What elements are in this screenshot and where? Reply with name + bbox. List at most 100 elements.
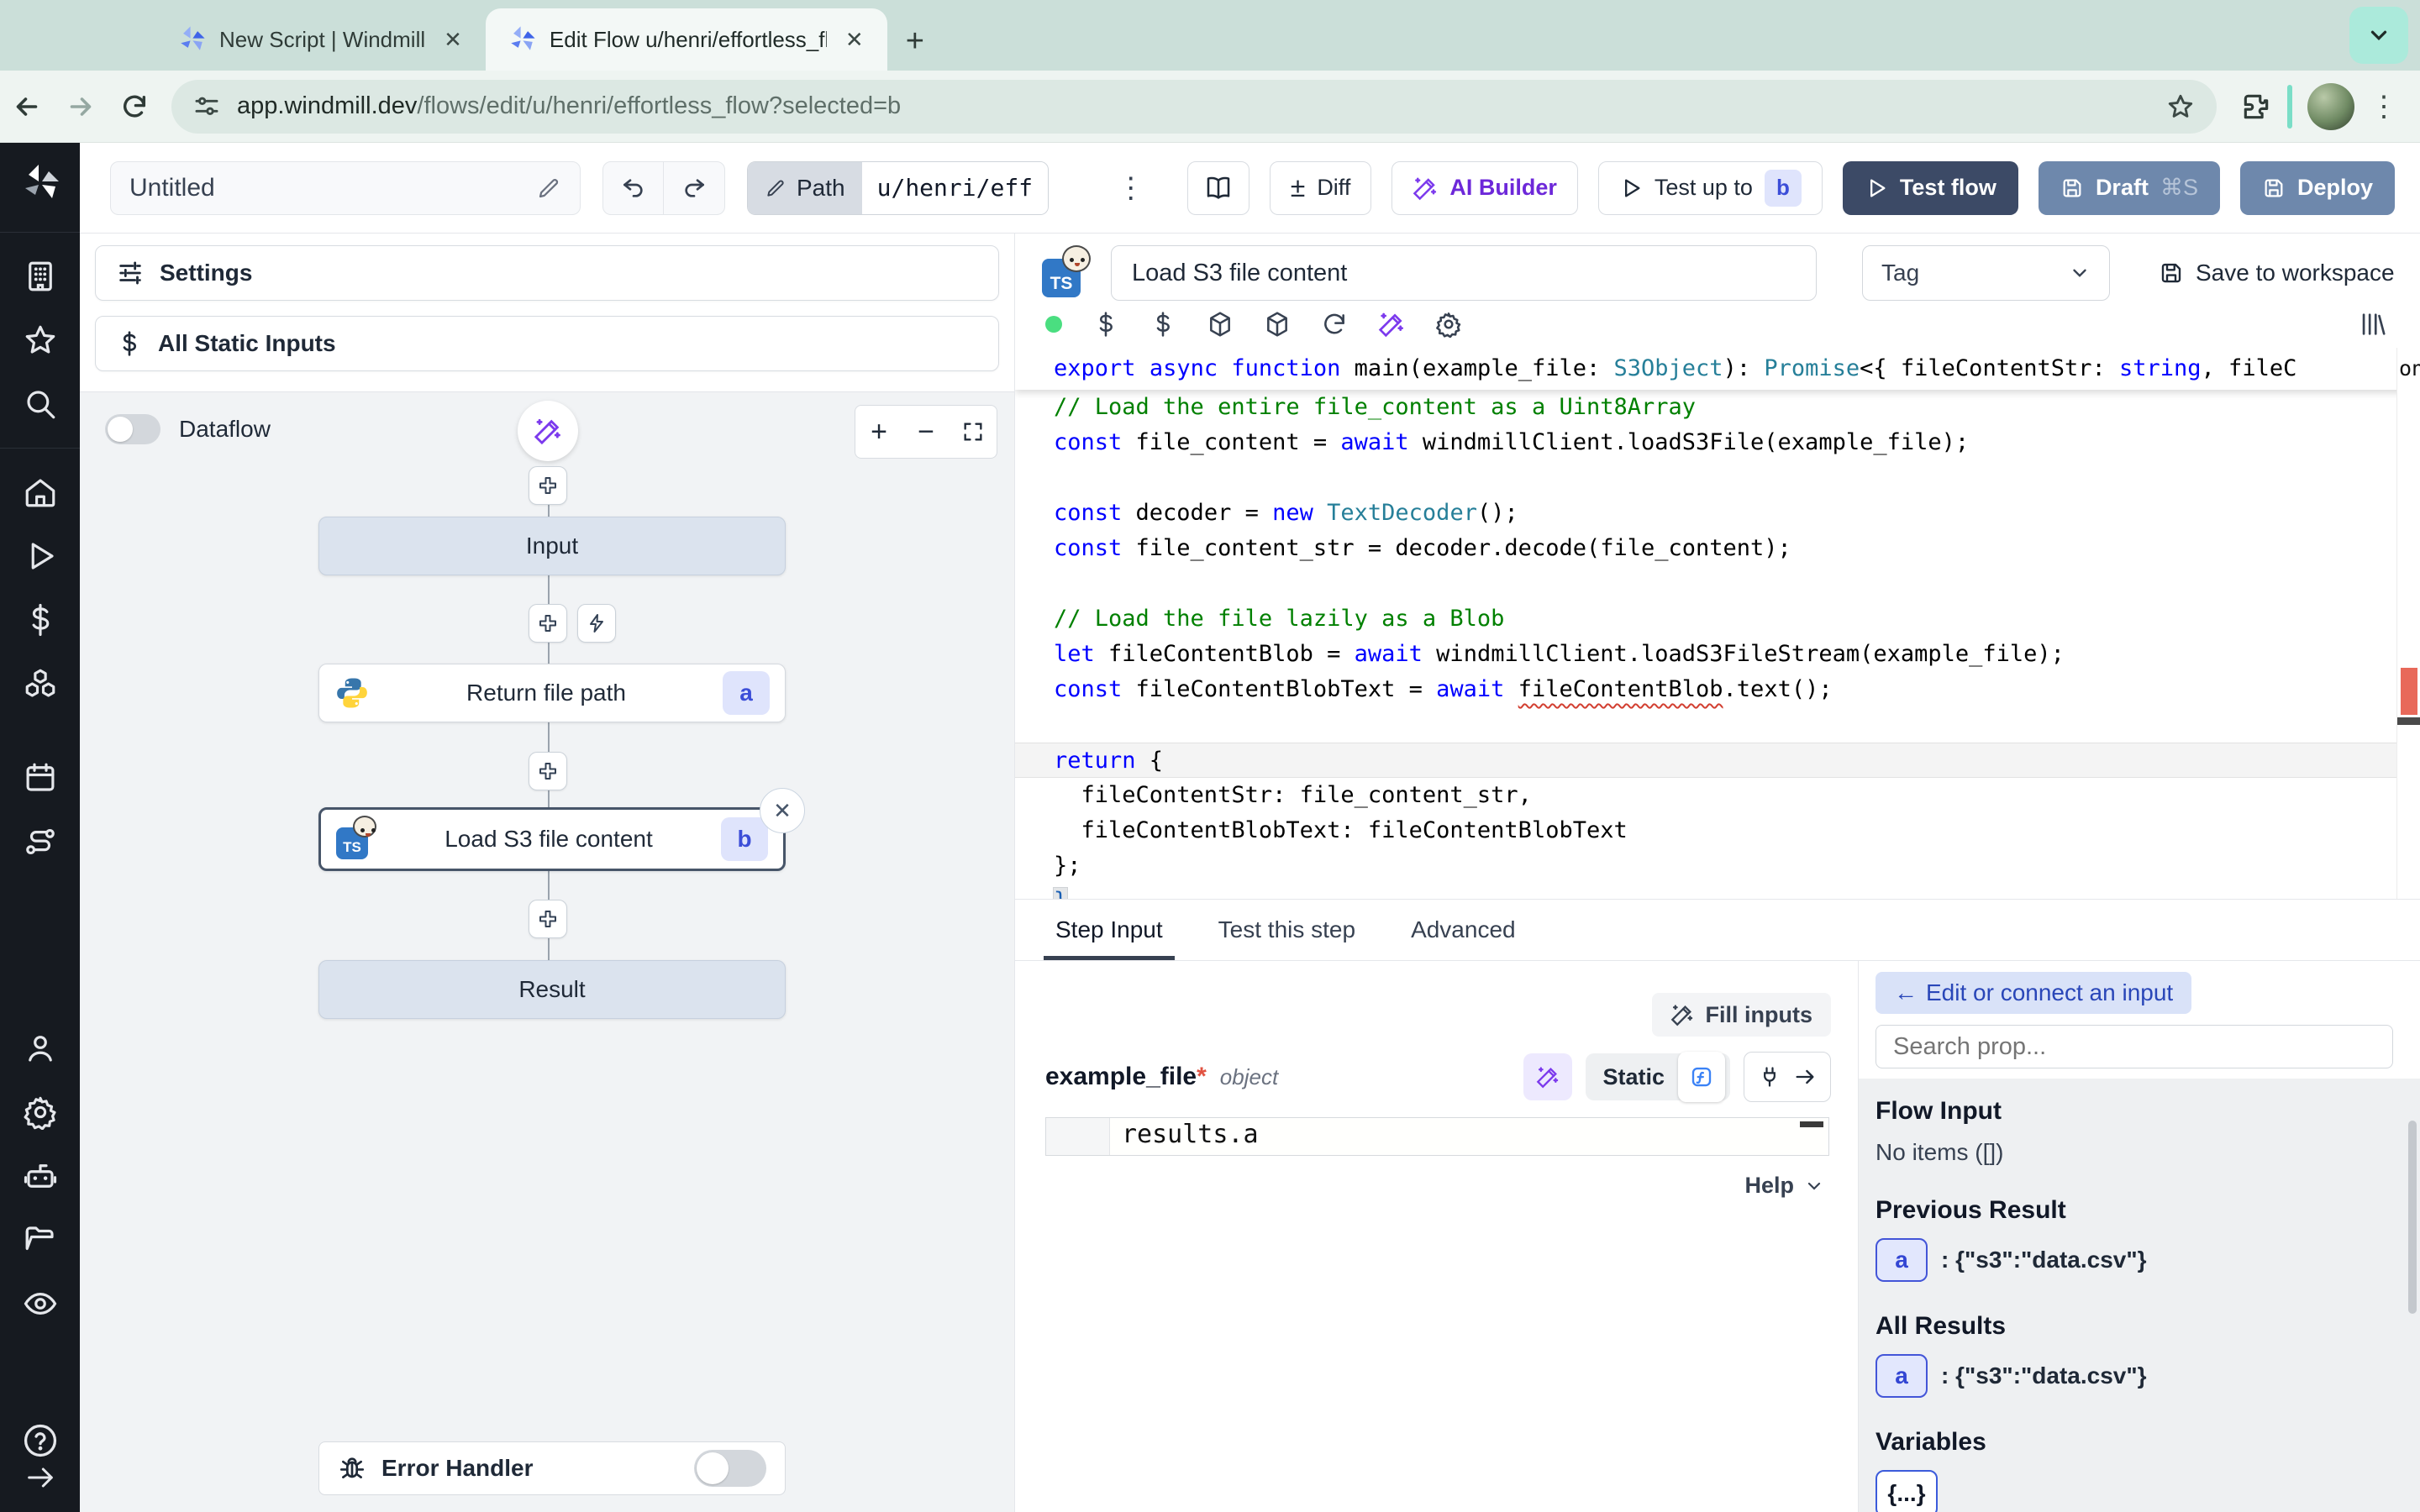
sidebar-item-favorites[interactable] [23,308,58,372]
deploy-button[interactable]: Deploy [2240,161,2395,215]
save-to-workspace-button[interactable]: Save to workspace [2159,260,2395,286]
expression-editor[interactable]: results.a [1045,1117,1829,1156]
tab-close-icon[interactable]: ✕ [840,27,869,53]
all-static-inputs-button[interactable]: All Static Inputs [95,316,999,371]
flow-node-input[interactable]: Input [318,517,786,575]
add-step-button-2[interactable] [529,752,567,790]
bookmark-star-icon[interactable] [2166,92,2195,121]
connect-input-group[interactable] [1744,1052,1831,1102]
plus-icon [538,613,558,633]
site-settings-icon[interactable] [193,93,220,120]
remove-step-button[interactable]: ✕ [760,788,805,833]
tag-select[interactable]: Tag [1862,245,2110,301]
browser-tab-new-script[interactable]: New Script | Windmill ✕ [155,8,486,71]
dollar-icon[interactable] [1150,311,1176,338]
back-button[interactable] [0,92,54,122]
sidebar-item-schedules[interactable] [23,746,58,810]
code-lines: // Load the entire file_content as a Uin… [1015,390,2420,899]
static-mode-toggle-group: Static [1586,1053,1730,1100]
sidebar-item-flows-route[interactable] [23,810,58,874]
scrollbar-handle[interactable] [2397,717,2420,725]
browser-avatar[interactable] [2307,83,2354,130]
graph-ai-button[interactable] [518,401,578,461]
error-handler-card[interactable]: Error Handler [318,1441,786,1495]
add-trigger-button[interactable] [577,604,616,643]
tab-search-chevron-button[interactable] [2349,7,2408,64]
sidebar-item-help[interactable] [22,1408,59,1461]
sidebar-item-users[interactable] [23,1016,58,1080]
windmill-logo[interactable] [20,143,60,220]
ai-builder-button[interactable]: AI Builder [1392,161,1578,215]
step-name-input[interactable] [1111,245,1817,301]
flow-node-step-a[interactable]: Return file path a [318,664,786,722]
fit-view-button[interactable] [950,406,997,458]
reload-button[interactable] [108,92,161,121]
extensions-puzzle-icon[interactable] [2240,91,2272,123]
undo-button[interactable] [603,162,664,214]
test-flow-button[interactable]: Test flow [1843,161,2018,215]
result-chip-a[interactable]: a [1876,1238,1928,1282]
forward-button[interactable] [54,92,108,122]
tab-close-icon[interactable]: ✕ [439,27,467,53]
sidebar-item-settings[interactable] [23,1080,58,1144]
sidebar-item-search[interactable] [23,372,58,436]
error-handler-toggle[interactable] [694,1450,766,1487]
sidebar-item-resources[interactable] [23,652,58,716]
new-tab-button[interactable]: + [906,25,924,57]
code-editor[interactable]: export async function main(example_file:… [1015,348,2420,899]
tab-advanced[interactable]: Advanced [1411,900,1516,960]
redo-button[interactable] [664,162,724,214]
docs-button[interactable] [1187,161,1249,215]
browser-tab-edit-flow[interactable]: Edit Flow u/henri/effortless_fl ✕ [486,8,887,71]
dataflow-toggle[interactable] [105,414,160,444]
expression-value[interactable]: results.a [1110,1118,1828,1155]
gear-icon[interactable] [1435,311,1462,338]
sidebar-item-home[interactable] [23,460,58,524]
add-step-button-top[interactable] [529,466,567,505]
flow-settings-button[interactable]: Settings [95,245,999,301]
sidebar-item-workers[interactable] [23,1144,58,1208]
flow-graph-canvas[interactable]: Dataflow + − Input [80,391,1014,1512]
url-omnibox[interactable]: app.windmill.dev/flows/edit/u/henri/effo… [171,80,2217,134]
add-step-button-1[interactable] [529,604,567,643]
zoom-in-button[interactable]: + [855,406,902,458]
help-toggle[interactable]: Help [1744,1173,1824,1199]
sidebar-item-runs[interactable] [23,524,58,588]
tab-test-this-step[interactable]: Test this step [1218,900,1355,960]
flow-node-step-b[interactable]: TS Load S3 file content b ✕ [318,807,786,871]
browser-menu-button[interactable]: ⋮ [2370,90,2398,123]
diff-button[interactable]: ±Diff [1270,161,1372,215]
variables-chip[interactable]: {...} [1876,1470,1938,1512]
refresh-icon[interactable] [1321,311,1348,338]
zoom-out-button[interactable]: − [902,406,950,458]
search-prop-input[interactable] [1876,1025,2393,1068]
add-step-button-3[interactable] [529,900,567,938]
flow-name-field[interactable]: Untitled [110,161,581,215]
library-assets-icon[interactable] [2358,310,2386,339]
package-icon[interactable] [1207,311,1234,338]
sidebar-expand-button[interactable] [24,1461,57,1509]
draft-button[interactable]: Draft⌘S [2039,161,2220,215]
javascript-expression-mode-button[interactable] [1678,1052,1725,1102]
fill-inputs-button[interactable]: Fill inputs [1652,993,1832,1037]
static-mode-label[interactable]: Static [1602,1064,1665,1090]
toolbar-more-button[interactable]: ⋮ [1117,171,1145,205]
sidebar-item-workspace[interactable] [23,244,58,308]
package-icon[interactable] [1264,311,1291,338]
dollar-icon[interactable] [1092,311,1119,338]
result-chip-a[interactable]: a [1876,1354,1928,1398]
expression-minimap [1800,1121,1823,1127]
sidebar-item-variables[interactable] [23,588,58,652]
redo-icon [681,175,708,202]
tab-step-input[interactable]: Step Input [1055,900,1163,960]
sidebar-item-folders[interactable] [23,1208,58,1272]
magic-wand-icon[interactable] [1378,311,1405,338]
flow-node-result[interactable]: Result [318,960,786,1019]
editor-overview-ruler[interactable]: on [2396,348,2420,899]
flow-path-field[interactable]: Path u/henri/eff [747,161,1049,215]
prop-panel-scrollbar[interactable] [2408,1121,2417,1314]
edit-or-connect-button[interactable]: ← Edit or connect an input [1876,972,2191,1014]
ai-fill-arg-button[interactable] [1523,1053,1572,1100]
test-up-to-button[interactable]: Test up to b [1598,161,1823,215]
sidebar-item-audit-logs[interactable] [23,1272,58,1336]
